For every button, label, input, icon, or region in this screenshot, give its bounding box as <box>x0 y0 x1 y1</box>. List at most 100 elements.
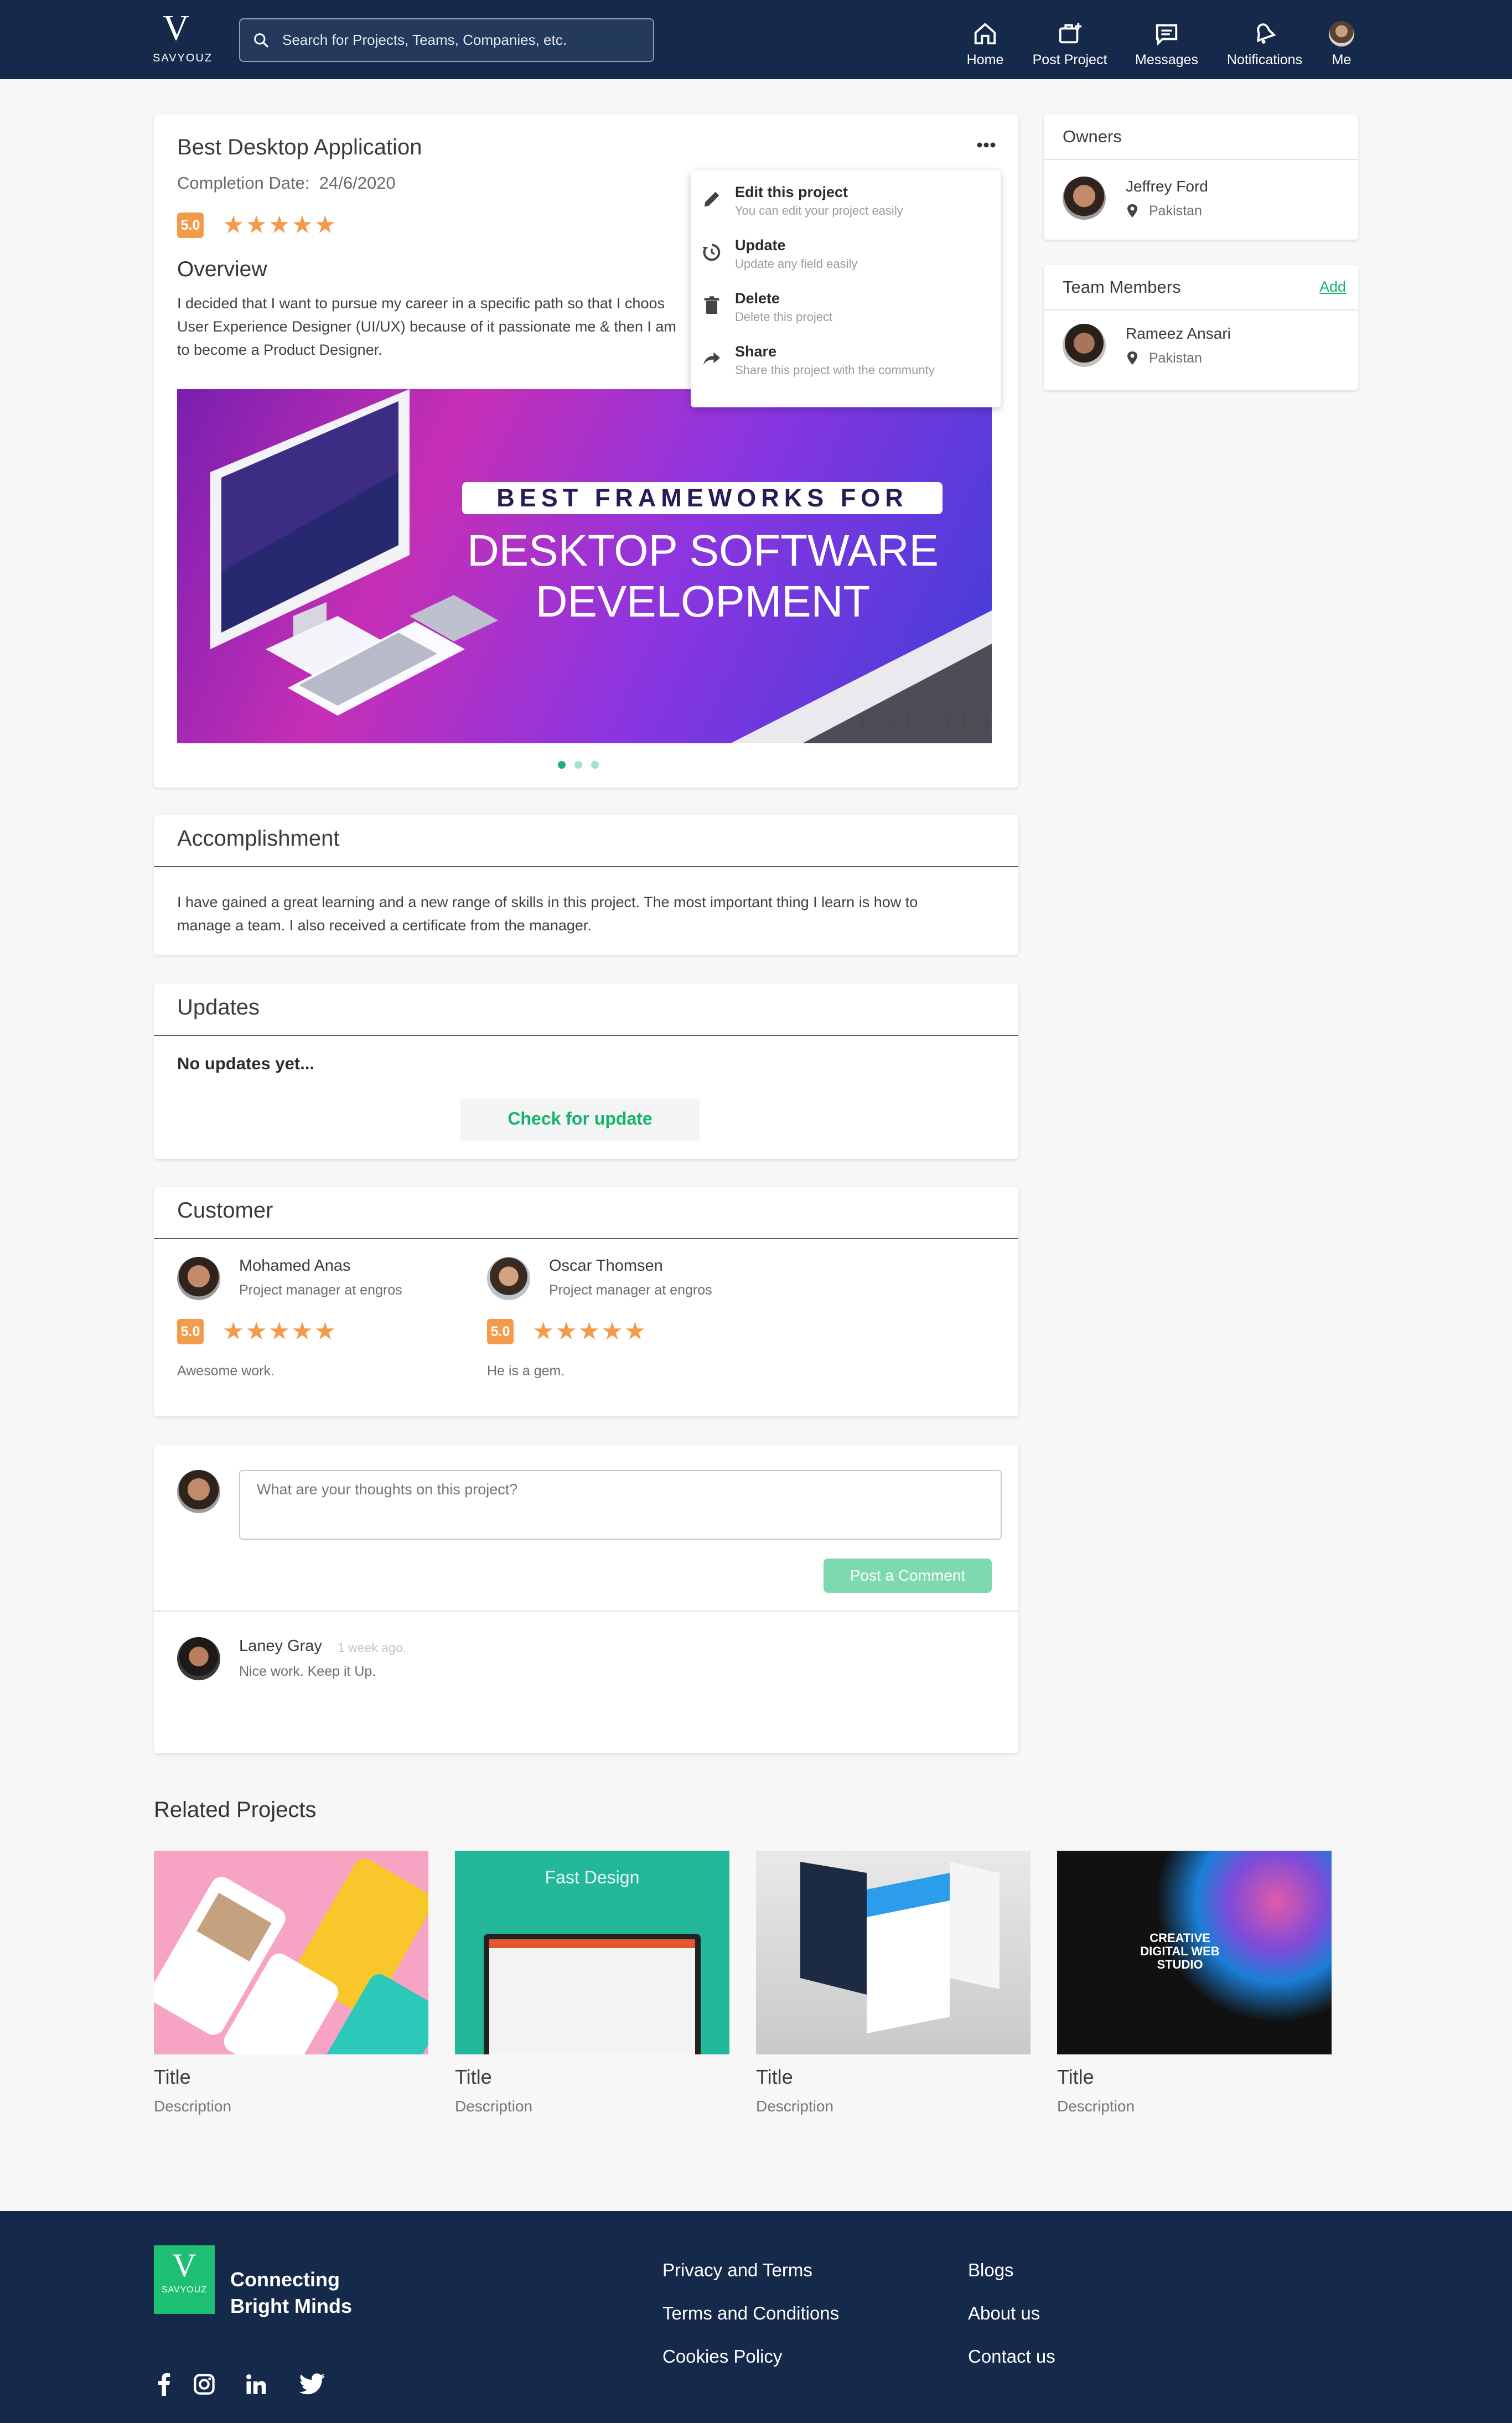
related-title[interactable]: Title <box>1057 2065 1094 2089</box>
commenter-name[interactable]: Laney Gray <box>239 1637 322 1655</box>
banner-headline-main: DESKTOP SOFTWARE DEVELOPMENT <box>443 525 963 627</box>
menu-item-title: Edit this project <box>735 184 848 200</box>
footer-link-about[interactable]: About us <box>968 2303 1040 2324</box>
overview-line: User Experience Designer (UI/UX) because… <box>177 318 676 335</box>
nav-notifications[interactable]: Notifications <box>1222 21 1307 74</box>
accomplishment-card: Accomplishment I have gained a great lea… <box>154 815 1018 955</box>
banner-line-2: DESKTOP SOFTWARE <box>467 526 939 575</box>
linkedin-icon[interactable] <box>245 2373 268 2396</box>
reviewer-avatar[interactable] <box>487 1257 530 1300</box>
instagram-icon[interactable] <box>193 2373 216 2396</box>
owner-name[interactable]: Jeffrey Ford <box>1126 178 1208 195</box>
review-comment: He is a gem. <box>487 1363 565 1379</box>
menu-item-title: Update <box>735 237 786 253</box>
nav-me[interactable]: Me <box>1326 21 1357 74</box>
rating-stars: ★★★★★ <box>532 1318 648 1345</box>
related-description: Description <box>756 2098 834 2115</box>
more-options-button[interactable] <box>975 139 997 151</box>
banner-brand: EXISTEK <box>858 707 992 738</box>
related-description: Description <box>455 2098 533 2115</box>
menu-item-update[interactable]: Update Update any field easily <box>691 234 1001 284</box>
nav-home-label: Home <box>966 52 1004 68</box>
home-icon <box>974 23 996 45</box>
search-bar[interactable] <box>239 18 654 62</box>
bell-icon <box>1256 23 1276 44</box>
logo[interactable]: V SAVYOUZ <box>153 9 211 71</box>
divider <box>154 1035 1018 1036</box>
footer-link-cookies[interactable]: Cookies Policy <box>662 2346 782 2367</box>
banner-headline-top: BEST FRAMEWORKS FOR <box>462 482 943 514</box>
add-team-member-link[interactable]: Add <box>1319 278 1346 296</box>
menu-item-edit[interactable]: Edit this project You can edit your proj… <box>691 180 1001 231</box>
laptop-mockup <box>484 1934 701 2054</box>
facebook-icon[interactable] <box>156 2372 170 2396</box>
avatar <box>1329 21 1354 46</box>
team-member-name[interactable]: Rameez Ansari <box>1126 325 1231 343</box>
trash-icon <box>704 296 719 314</box>
overview-line: to become a Product Designer. <box>177 341 382 358</box>
footer-logo-word: SAVYOUZ <box>161 2285 208 2295</box>
twitter-icon[interactable] <box>299 2373 325 2396</box>
related-title[interactable]: Title <box>154 2065 191 2089</box>
team-card: Team Members Add Rameez Ansari Pakistan <box>1044 265 1358 390</box>
related-project-image[interactable]: CREATIVE DIGITAL WEB STUDIO <box>1057 1851 1332 2054</box>
carousel-dot-active[interactable] <box>558 761 566 769</box>
team-member-avatar[interactable] <box>1063 324 1106 367</box>
reviewer-role: Project manager at engros <box>549 1282 712 1298</box>
footer-link-terms[interactable]: Terms and Conditions <box>662 2303 839 2324</box>
related-title[interactable]: Title <box>455 2065 492 2089</box>
footer-logo[interactable]: V SAVYOUZ <box>154 2245 215 2314</box>
menu-item-share[interactable]: Share Share this project with the commun… <box>691 340 1001 391</box>
related-project-image[interactable]: Fast Design <box>455 1851 729 2054</box>
nav-messages-label: Messages <box>1135 52 1198 68</box>
reviewer-avatar[interactable] <box>177 1257 220 1300</box>
rating-badge: 5.0 <box>177 1319 204 1344</box>
reviewer-name[interactable]: Mohamed Anas <box>239 1257 351 1275</box>
rating-stars: ★★★★★ <box>222 211 338 239</box>
nav-notifications-label: Notifications <box>1226 52 1303 68</box>
comment-input[interactable] <box>239 1470 1002 1540</box>
footer-link-contact[interactable]: Contact us <box>968 2346 1055 2367</box>
location-pin-icon <box>1127 351 1137 365</box>
nav-home[interactable]: Home <box>963 21 1007 74</box>
search-icon <box>254 33 269 48</box>
carousel-dot[interactable] <box>574 761 582 769</box>
reviewer-name[interactable]: Oscar Thomsen <box>549 1257 663 1275</box>
post-comment-button[interactable]: Post a Comment <box>824 1559 992 1593</box>
comment-time: 1 week ago. <box>338 1640 407 1655</box>
accomplishment-line: manage a team. I also received a certifi… <box>177 917 592 934</box>
divider <box>1044 309 1358 310</box>
share-icon <box>703 352 720 365</box>
rating-badge: 5.0 <box>487 1319 514 1344</box>
check-update-button[interactable]: Check for update <box>460 1099 700 1141</box>
footer-link-blogs[interactable]: Blogs <box>968 2260 1014 2281</box>
briefcase-plus-icon <box>1059 23 1082 44</box>
current-user-avatar <box>177 1470 220 1513</box>
commenter-avatar[interactable] <box>177 1637 220 1680</box>
thumb-caption: Fast Design <box>545 1867 640 1887</box>
rating-stars: ★★★★★ <box>222 1318 338 1345</box>
owner-avatar[interactable] <box>1063 177 1106 220</box>
related-project-image[interactable] <box>756 1851 1031 2054</box>
menu-item-delete[interactable]: Delete Delete this project <box>691 287 1001 338</box>
divider <box>154 1611 1018 1612</box>
tagline-line: Connecting <box>230 2268 340 2291</box>
related-title[interactable]: Title <box>756 2065 793 2089</box>
no-updates-text: No updates yet... <box>177 1054 315 1073</box>
completion-label: Completion Date: <box>177 173 310 193</box>
nav-messages[interactable]: Messages <box>1133 21 1200 74</box>
top-navbar: V SAVYOUZ Home Post Project Messages Not… <box>0 0 1512 79</box>
related-project-image[interactable] <box>154 1851 428 2054</box>
search-input[interactable] <box>282 32 653 49</box>
nav-post-project[interactable]: Post Project <box>1028 21 1111 74</box>
project-image-carousel[interactable]: BEST FRAMEWORKS FOR DESKTOP SOFTWARE DEV… <box>177 389 992 743</box>
divider <box>1044 159 1358 160</box>
location-pin-icon <box>1127 204 1137 218</box>
screens-mockup <box>800 1862 1000 2033</box>
carousel-dots <box>558 761 608 772</box>
carousel-dot[interactable] <box>591 761 599 769</box>
accomplishment-text: I have gained a great learning and a new… <box>177 890 918 937</box>
owner-location: Pakistan <box>1149 203 1202 219</box>
owners-card: Owners Jeffrey Ford Pakistan <box>1044 115 1358 240</box>
footer-link-privacy[interactable]: Privacy and Terms <box>662 2260 812 2281</box>
